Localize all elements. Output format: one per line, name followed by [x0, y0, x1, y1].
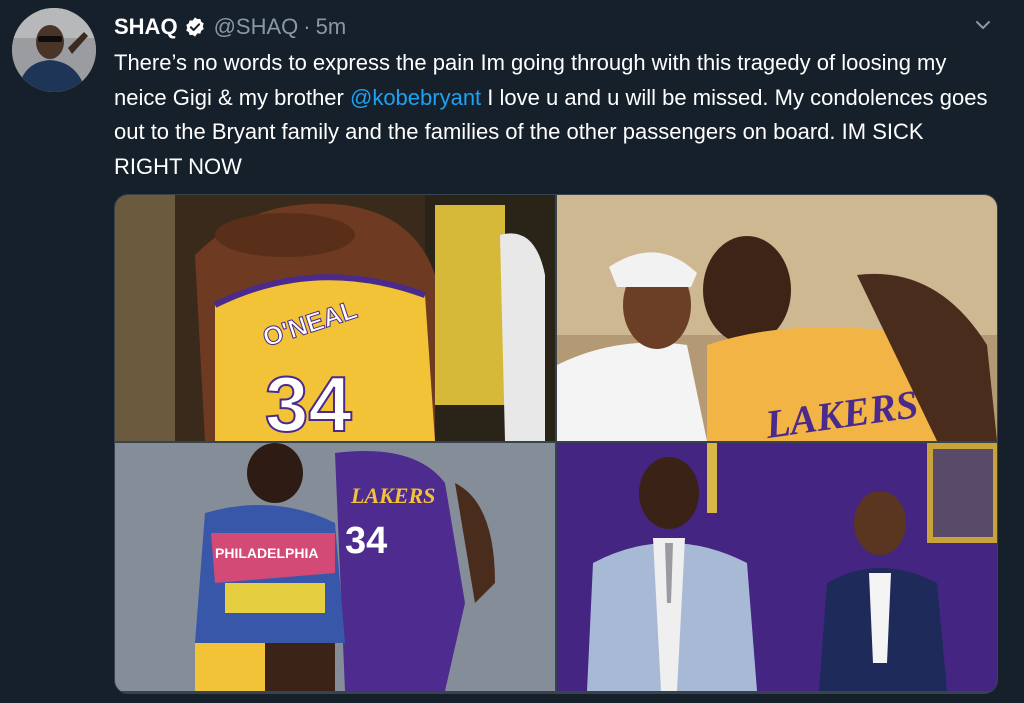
separator-dot: · [303, 14, 311, 39]
photo-hug-image: O'NEAL 34 [115, 195, 555, 441]
photo-4[interactable] [557, 443, 997, 691]
avatar-image [12, 8, 96, 92]
media-grid: O'NEAL 34 LAKERS LAKERS 34 PHILADELPHIA [114, 194, 998, 694]
author-handle[interactable]: @SHAQ [214, 14, 299, 40]
verified-badge-icon [185, 17, 204, 37]
photo-smiling-image: LAKERS [557, 195, 997, 441]
photo-2[interactable]: LAKERS [557, 195, 997, 441]
tweet-menu-button[interactable] [968, 10, 998, 40]
jersey-text: LAKERS [350, 483, 435, 508]
tweet-text: There’s no words to express the pain Im … [114, 46, 994, 184]
chevron-down-icon [976, 21, 990, 29]
tweet-header: SHAQ @SHAQ · 5m [114, 12, 346, 42]
photo-1[interactable]: O'NEAL 34 [115, 195, 555, 441]
mention-link[interactable]: @kobebryant [350, 85, 481, 110]
jersey-number: 34 [265, 360, 352, 441]
photo-3[interactable]: LAKERS 34 PHILADELPHIA [115, 443, 555, 691]
photo-jersey-image: LAKERS 34 PHILADELPHIA [115, 443, 555, 691]
jacket-text: PHILADELPHIA [215, 545, 318, 561]
tweet-timestamp[interactable]: 5m [316, 14, 347, 40]
jersey-number: 34 [345, 520, 387, 562]
author-name[interactable]: SHAQ [114, 14, 178, 40]
photo-suits-image [557, 443, 997, 691]
author-avatar[interactable] [12, 8, 96, 92]
